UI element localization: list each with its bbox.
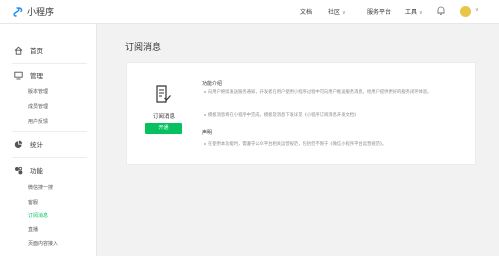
sidebar-item-feedback[interactable]: 用户反馈 bbox=[28, 118, 48, 125]
notice-text: 在使用本功能时，需遵守公众平台相关运营规范，包括但不限于《微信小程序平台运营规范… bbox=[208, 141, 387, 146]
nav-docs[interactable]: 文档 bbox=[300, 7, 312, 16]
sidebar: 首页 管理 版本管理 成员管理 用户反馈 统计 功能 微信搜一搜 客服 订阅消息… bbox=[0, 24, 97, 256]
page-title: 订阅消息 bbox=[125, 42, 162, 52]
intro-title: 功能介绍 bbox=[202, 81, 223, 87]
document-check-icon bbox=[156, 85, 171, 103]
sidebar-item-subscribe-message[interactable]: 订阅消息 bbox=[28, 212, 48, 219]
sidebar-item-live[interactable]: 直播 bbox=[28, 226, 38, 233]
chevron-down-icon: ∨ bbox=[342, 10, 346, 16]
nav-community[interactable]: 社区 ∨ bbox=[328, 7, 346, 16]
sidebar-divider bbox=[12, 157, 87, 158]
pie-chart-icon bbox=[14, 140, 23, 148]
bell-icon[interactable] bbox=[437, 6, 445, 15]
intro-text: 模板消息将在小程序中完成，模板及消息下发详见《小程序订阅消息开发文档》 bbox=[208, 112, 359, 117]
sidebar-item-manage[interactable]: 管理 bbox=[14, 70, 43, 80]
app-title: 小程序 bbox=[27, 7, 55, 17]
puzzle-icon bbox=[15, 166, 23, 174]
sidebar-item-home[interactable]: 首页 bbox=[14, 45, 43, 55]
bullet bbox=[204, 143, 206, 145]
card-feature-name: 订阅消息 bbox=[152, 114, 175, 120]
notice-title: 声明 bbox=[202, 130, 213, 136]
nav-tools[interactable]: 工具 ∨ bbox=[405, 7, 423, 16]
open-button[interactable]: 开通 bbox=[145, 123, 182, 134]
chevron-down-icon: ∨ bbox=[419, 10, 423, 16]
mini-program-logo-icon bbox=[13, 6, 23, 17]
bullet bbox=[204, 114, 206, 116]
sidebar-item-search[interactable]: 微信搜一搜 bbox=[28, 184, 53, 191]
card-left: 订阅消息 开通 bbox=[127, 63, 201, 164]
sidebar-divider bbox=[12, 131, 87, 132]
sidebar-item-version[interactable]: 版本管理 bbox=[28, 88, 48, 95]
sidebar-item-page-content[interactable]: 页面内容接入 bbox=[28, 240, 58, 247]
feature-card: 订阅消息 开通 功能介绍 向用户继续发送服务通知，开发者在用户使用小程序过程中可… bbox=[126, 62, 476, 165]
bullet bbox=[204, 91, 206, 93]
avatar[interactable] bbox=[460, 6, 471, 17]
nav-service-platform[interactable]: 服务平台 bbox=[367, 7, 391, 16]
intro-text: 向用户继续发送服务通知，开发者在用户使用小程序过程中可向用户推送服务消息，给用户… bbox=[208, 89, 432, 94]
home-icon bbox=[14, 46, 23, 55]
sidebar-divider bbox=[12, 63, 87, 64]
monitor-icon bbox=[14, 71, 23, 79]
sidebar-item-customer-service[interactable]: 客服 bbox=[28, 199, 38, 206]
chevron-down-icon[interactable]: ∨ bbox=[475, 7, 479, 13]
sidebar-item-stats[interactable]: 统计 bbox=[14, 139, 43, 149]
logo[interactable]: 小程序 bbox=[13, 5, 54, 18]
sidebar-item-members[interactable]: 成员管理 bbox=[28, 103, 48, 110]
top-bar: 小程序 文档 社区 ∨ 服务平台 工具 ∨ ∨ bbox=[0, 0, 499, 24]
sidebar-item-features[interactable]: 功能 bbox=[14, 165, 43, 175]
